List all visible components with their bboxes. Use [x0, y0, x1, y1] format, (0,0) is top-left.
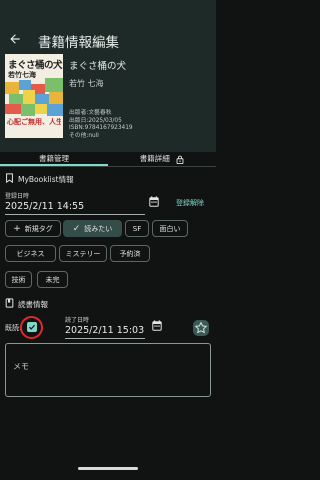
tab-bar: 書籍管理 書籍詳細: [0, 152, 216, 170]
booklist-section-title: MyBooklist情報: [18, 175, 74, 184]
memo-placeholder: メモ: [13, 362, 29, 371]
other-info: その他:null: [69, 132, 99, 139]
calendar-icon[interactable]: [152, 320, 162, 331]
registered-datetime[interactable]: 2025/2/11 14:55: [5, 201, 84, 212]
tab-book-details[interactable]: 書籍詳細: [108, 152, 216, 170]
tag-chip-unfinished[interactable]: 未完: [37, 271, 68, 288]
publish-date: 出版日:2025/03/05: [69, 117, 122, 124]
lock-icon: [176, 155, 184, 164]
book-icon: [5, 298, 14, 308]
finished-label: 読了日時: [65, 317, 90, 324]
tab-divider: [0, 166, 216, 167]
star-icon: [194, 321, 208, 334]
reading-section-title: 読書情報: [18, 300, 48, 309]
tag-chip-business[interactable]: ビジネス: [5, 245, 56, 262]
new-tag-button[interactable]: + 新規タグ: [5, 220, 61, 237]
unregister-button[interactable]: 登録解除: [176, 198, 204, 208]
rating-button[interactable]: [193, 320, 209, 336]
registered-label: 登録日時: [5, 193, 30, 200]
back-button[interactable]: [6, 30, 24, 48]
tag-chip-interesting[interactable]: 面白い: [152, 220, 188, 237]
memo-field[interactable]: メモ: [5, 343, 211, 397]
tag-chip-tech[interactable]: 技術: [5, 271, 32, 288]
arrow-back-icon: [10, 34, 20, 44]
finished-underline: [65, 338, 145, 339]
plus-icon: +: [13, 223, 21, 234]
tab-book-management[interactable]: 書籍管理: [0, 152, 108, 170]
tag-chip-want-to-read[interactable]: ✓ 読みたい: [63, 220, 122, 237]
read-label: 既読:: [5, 324, 22, 332]
registered-underline: [5, 214, 145, 215]
isbn: ISBN:9784167923419: [69, 125, 133, 132]
highlight-ring: [20, 316, 43, 339]
calendar-icon[interactable]: [149, 196, 159, 207]
publisher: 出版者:文藝春秋: [69, 110, 112, 116]
book-cover-image: まぐさ桶の犬 若竹七海 心配ご無用、人生には、あなた次第でなんとかなる…: [5, 54, 63, 138]
tag-chip-sf[interactable]: SF: [125, 220, 149, 237]
page-title: 書籍情報編集: [38, 35, 119, 51]
book-title: まぐさ桶の犬: [69, 61, 127, 72]
check-icon: ✓: [72, 223, 81, 234]
tag-chip-mystery[interactable]: ミステリー: [59, 245, 107, 262]
book-author: 若竹 七海: [69, 79, 104, 88]
gesture-bar: [78, 467, 138, 470]
tag-chip-reserved[interactable]: 予約済: [110, 245, 150, 262]
bookmark-icon: [6, 173, 13, 183]
finished-datetime[interactable]: 2025/2/11 15:03: [65, 325, 144, 336]
book-meta: 出版者:文藝春秋 出版日:2025/03/05 ISBN:97841679234…: [69, 110, 133, 140]
